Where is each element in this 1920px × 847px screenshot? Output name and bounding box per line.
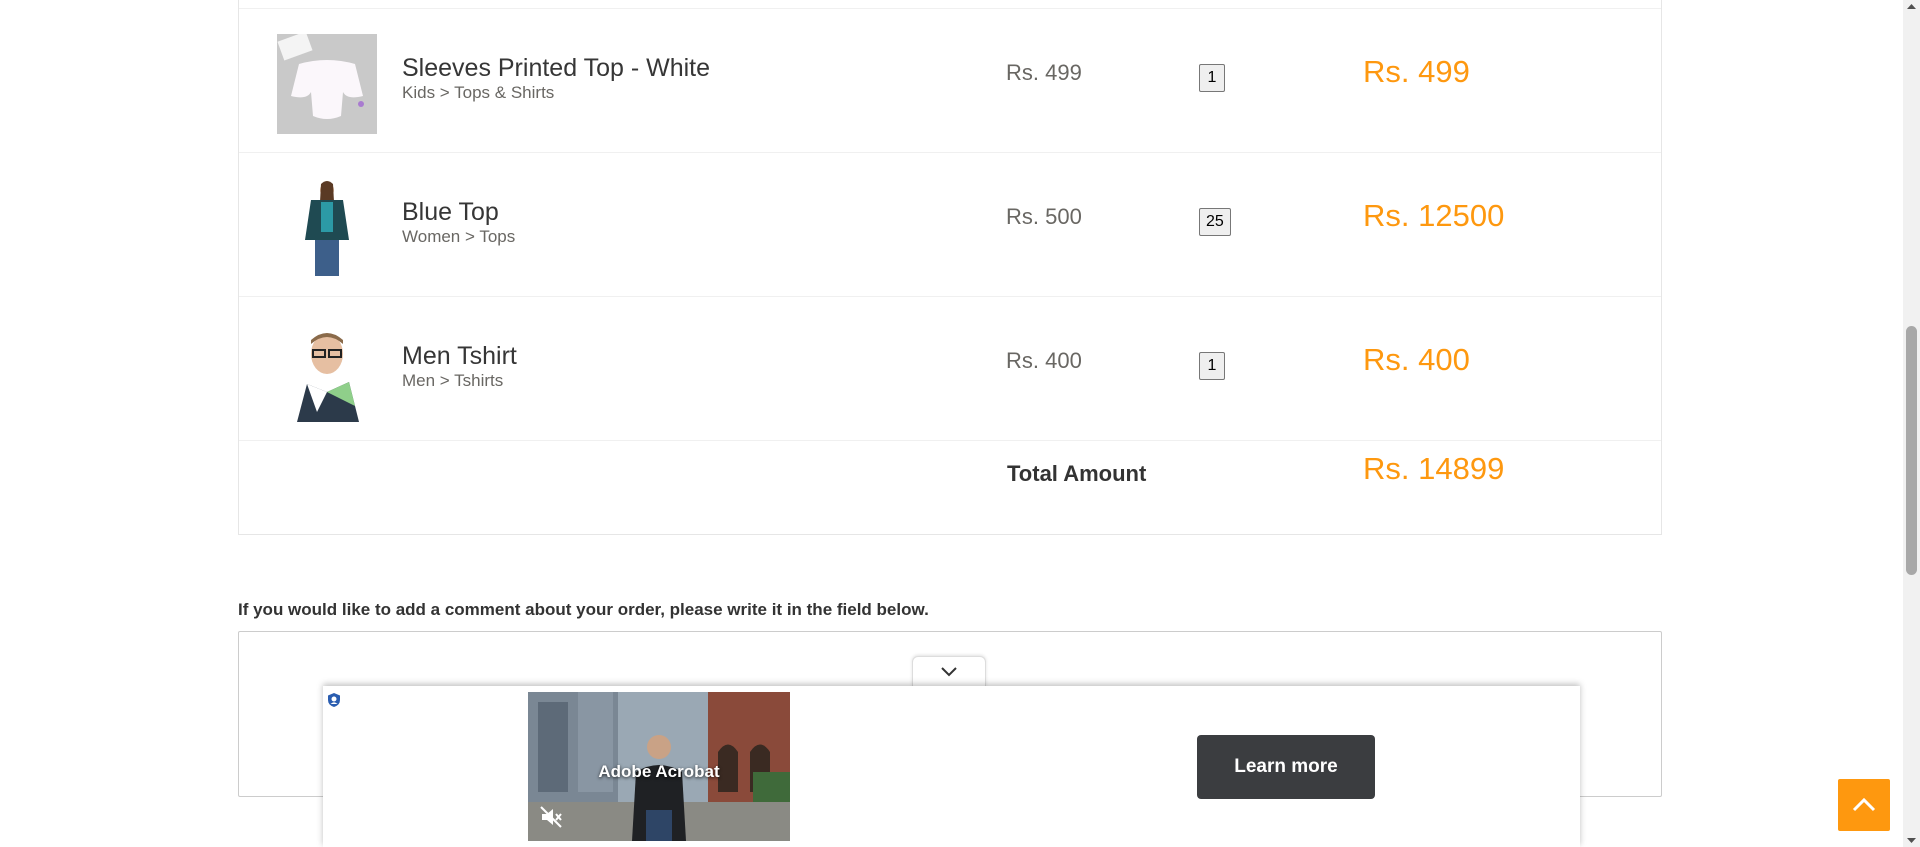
scroll-to-top-button[interactable] bbox=[1838, 779, 1890, 831]
chevron-up-icon bbox=[1852, 797, 1876, 812]
ad-info-icon[interactable] bbox=[326, 692, 342, 708]
product-price: Rs. 500 bbox=[1006, 204, 1082, 229]
scroll-down-arrow-icon[interactable] bbox=[1903, 833, 1920, 847]
cart-row: Men Tshirt Men > Tshirts Rs. 400 1 Rs. 4… bbox=[239, 296, 1661, 441]
learn-more-button[interactable]: Learn more bbox=[1197, 735, 1375, 799]
product-category: Kids > Tops & Shirts bbox=[402, 83, 555, 102]
collapse-ad-button[interactable] bbox=[912, 656, 986, 687]
product-total: Rs. 499 bbox=[1363, 54, 1470, 89]
product-name[interactable]: Blue Top bbox=[402, 198, 499, 227]
ad-video-title: Adobe Acrobat bbox=[598, 762, 720, 781]
product-name[interactable]: Sleeves Printed Top - White bbox=[402, 54, 710, 83]
product-name[interactable]: Men Tshirt bbox=[402, 342, 517, 371]
product-category: Men > Tshirts bbox=[402, 371, 504, 390]
ad-video[interactable]: Adobe Acrobat bbox=[528, 692, 790, 841]
quantity-button[interactable]: 1 bbox=[1199, 64, 1225, 92]
chevron-down-icon bbox=[941, 667, 957, 677]
product-category: Women > Tops bbox=[402, 227, 516, 246]
cart-row: Sleeves Printed Top - White Kids > Tops … bbox=[239, 8, 1661, 153]
cart-table: Sleeves Printed Top - White Kids > Tops … bbox=[238, 0, 1662, 535]
comment-label: If you would like to add a comment about… bbox=[238, 600, 929, 619]
quantity-button[interactable]: 25 bbox=[1199, 208, 1231, 236]
cart-row: Blue Top Women > Tops Rs. 500 25 Rs. 125… bbox=[239, 152, 1661, 297]
product-total: Rs. 400 bbox=[1363, 342, 1470, 377]
scroll-up-arrow-icon[interactable] bbox=[1903, 0, 1920, 14]
cart-total-row: Total Amount Rs. 14899 bbox=[239, 440, 1661, 535]
total-amount-label: Total Amount bbox=[1007, 461, 1147, 486]
product-price: Rs. 400 bbox=[1006, 348, 1082, 373]
ad-banner: Adobe Acrobat Learn more bbox=[323, 686, 1580, 847]
total-amount-value: Rs. 14899 bbox=[1363, 451, 1505, 486]
page-scrollbar[interactable] bbox=[1903, 0, 1920, 847]
product-image[interactable] bbox=[277, 178, 377, 278]
scrollbar-thumb[interactable] bbox=[1906, 326, 1917, 575]
product-price: Rs. 499 bbox=[1006, 60, 1082, 85]
product-total: Rs. 12500 bbox=[1363, 198, 1505, 233]
product-image[interactable] bbox=[277, 34, 377, 134]
mute-icon[interactable] bbox=[538, 804, 564, 830]
product-image[interactable] bbox=[277, 322, 377, 422]
quantity-button[interactable]: 1 bbox=[1199, 352, 1225, 380]
